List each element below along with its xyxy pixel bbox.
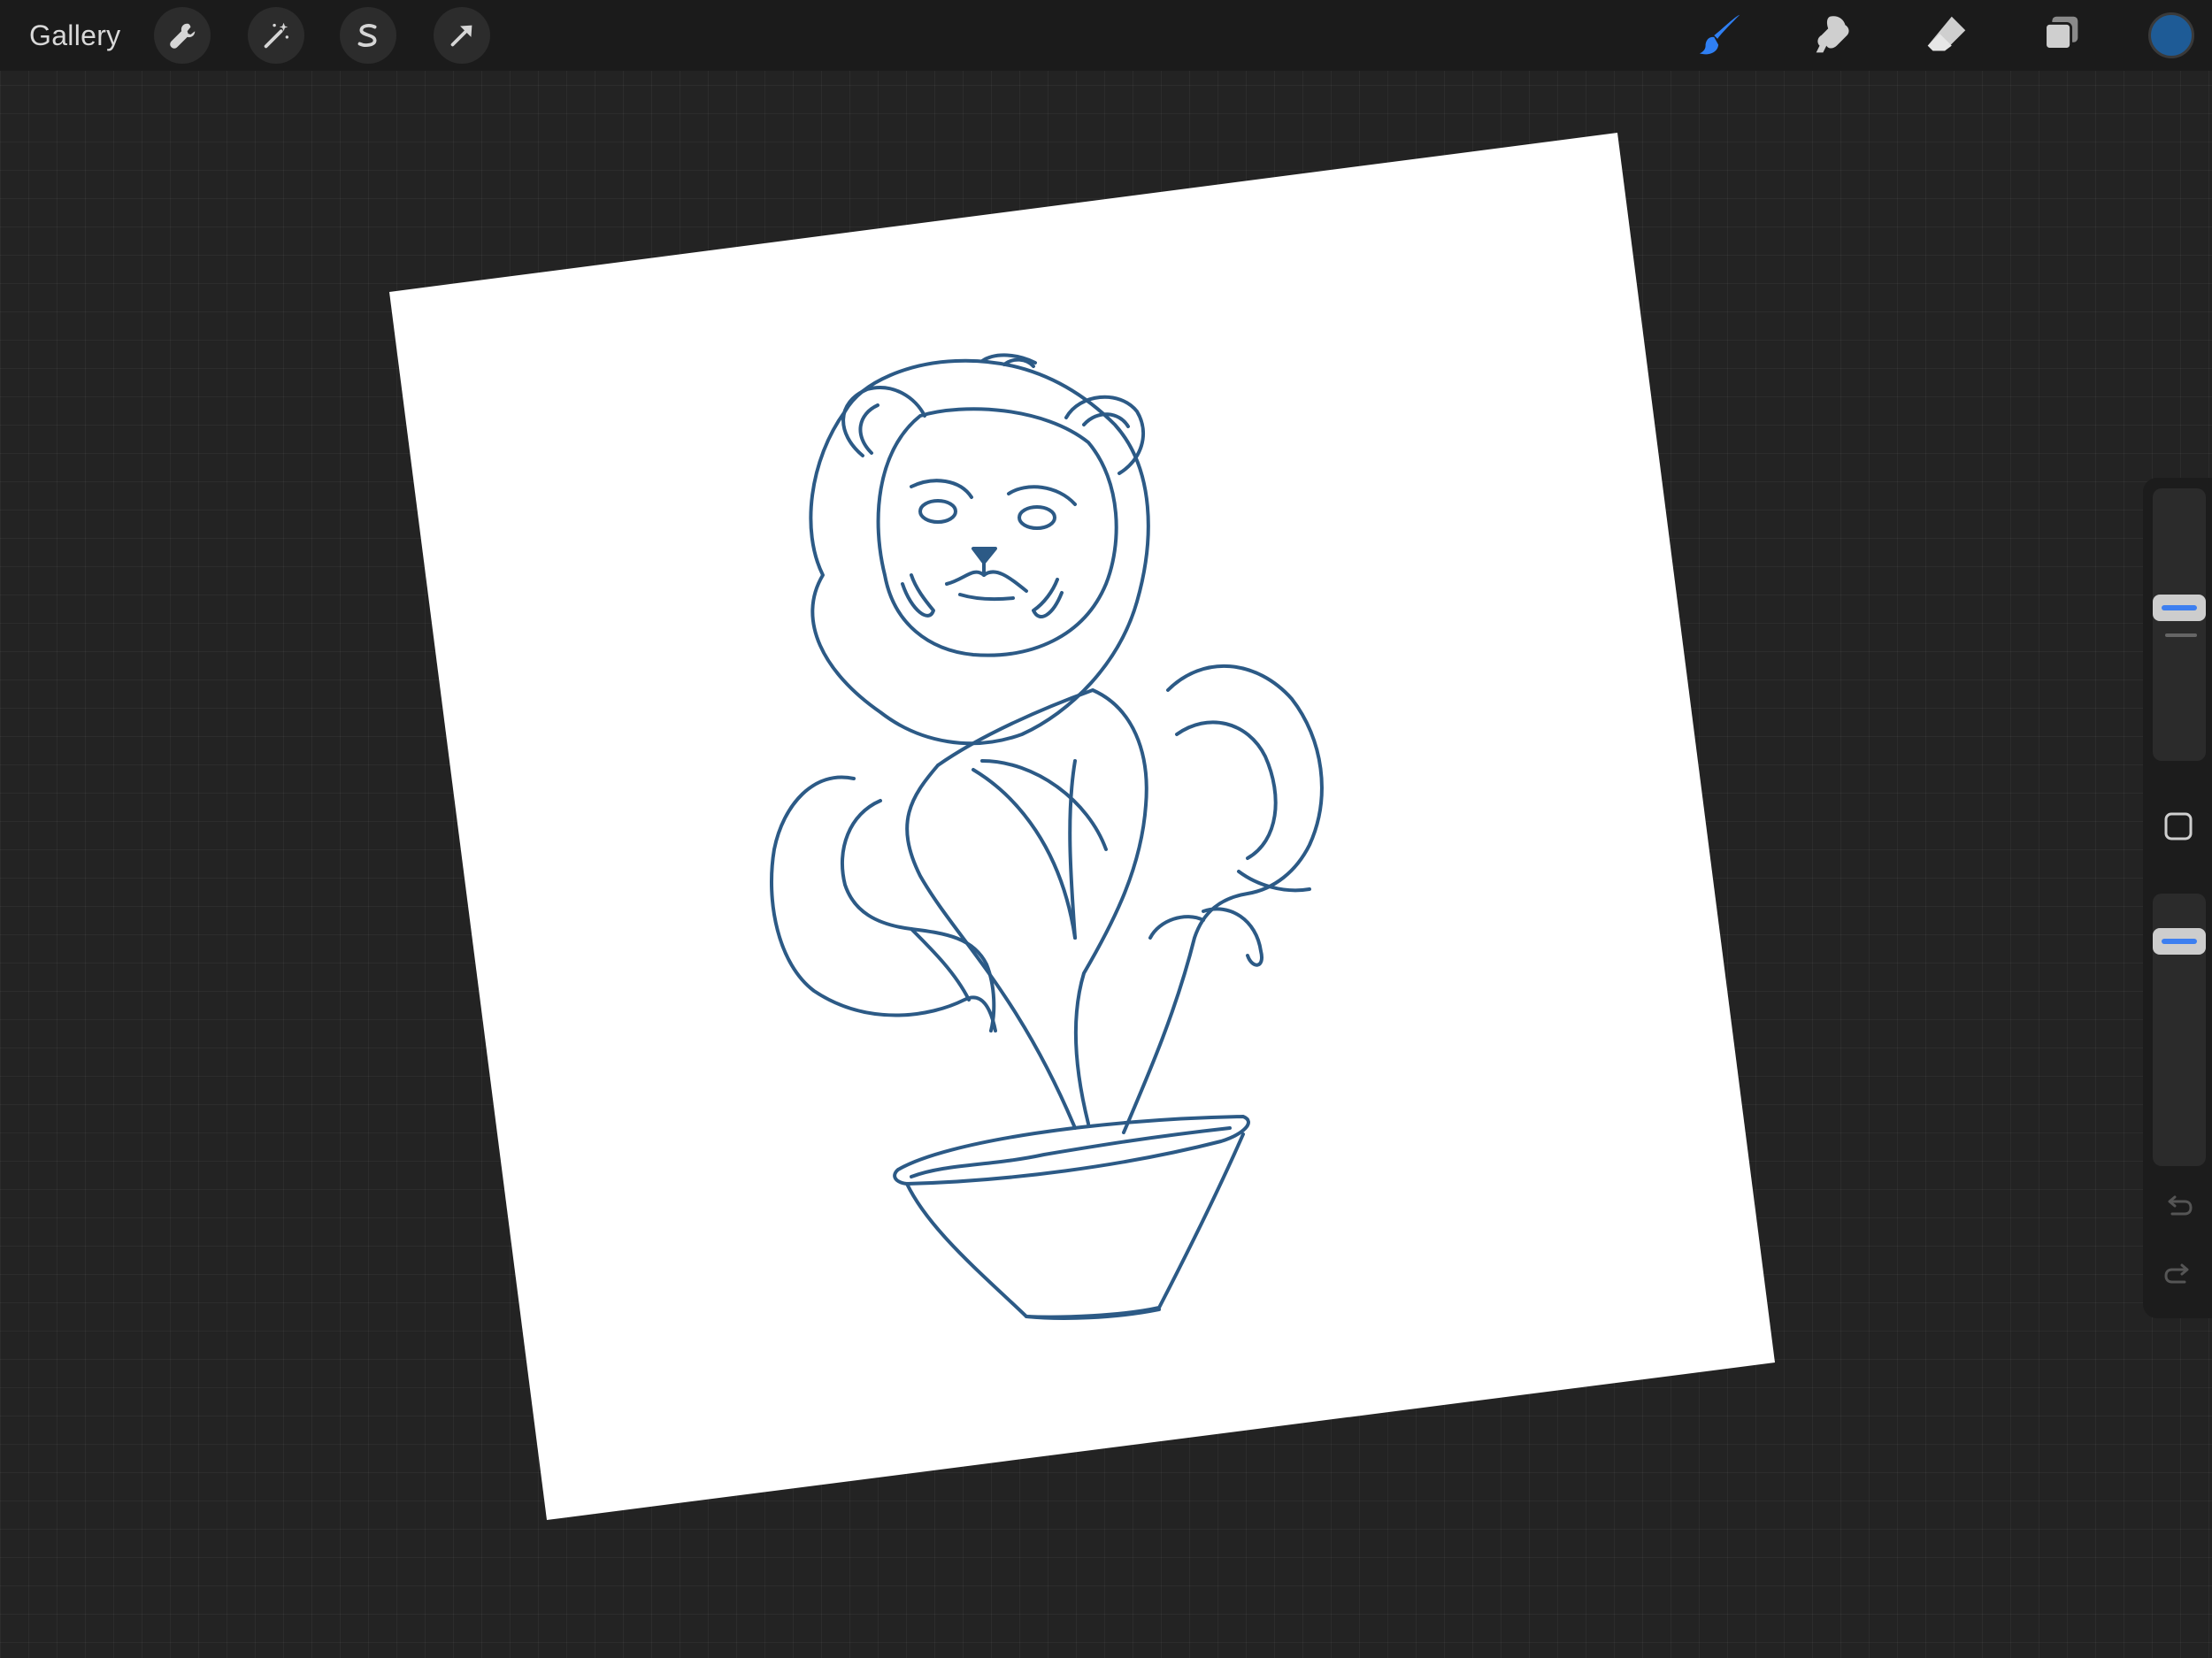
- brush-tool-button[interactable]: [1690, 7, 1752, 64]
- eraser-tool-button[interactable]: [1916, 7, 1978, 64]
- layers-icon: [2044, 16, 2078, 50]
- modify-button[interactable]: [2161, 809, 2196, 844]
- top-toolbar: Gallery: [0, 0, 2212, 71]
- brush-size-slider[interactable]: [2153, 488, 2206, 761]
- wrench-icon: [170, 23, 196, 49]
- smudge-tool-button[interactable]: [1802, 7, 1864, 64]
- undo-button[interactable]: [2161, 1190, 2196, 1225]
- selection-s-icon: [357, 24, 377, 47]
- eraser-icon: [1927, 16, 1966, 51]
- transform-button[interactable]: [434, 7, 490, 64]
- adjustments-button[interactable]: [248, 7, 304, 64]
- procreate-app: Gallery: [0, 0, 2212, 1658]
- selection-button[interactable]: [340, 7, 396, 64]
- brush-icon: [1699, 14, 1740, 55]
- actions-button[interactable]: [154, 7, 211, 64]
- color-picker-button[interactable]: [2148, 12, 2194, 58]
- brush-size-mark: [2165, 633, 2197, 637]
- modify-square-icon: [2164, 812, 2193, 841]
- gallery-button[interactable]: Gallery: [29, 16, 120, 55]
- undo-icon: [2168, 1195, 2193, 1216]
- brush-opacity-slider[interactable]: [2153, 894, 2206, 1166]
- brush-opacity-slider-thumb[interactable]: [2153, 928, 2206, 955]
- redo-button[interactable]: [2161, 1256, 2196, 1292]
- magic-wand-icon: [264, 22, 289, 49]
- smudge-icon: [1816, 16, 1849, 53]
- transform-arrow-icon: [450, 25, 472, 47]
- canvas: [389, 133, 1775, 1520]
- sidebar: [2143, 478, 2212, 1318]
- brush-size-slider-thumb[interactable]: [2153, 595, 2206, 621]
- layers-button[interactable]: [2030, 7, 2092, 64]
- redo-icon: [2164, 1263, 2189, 1284]
- canvas-paper[interactable]: [389, 133, 1775, 1520]
